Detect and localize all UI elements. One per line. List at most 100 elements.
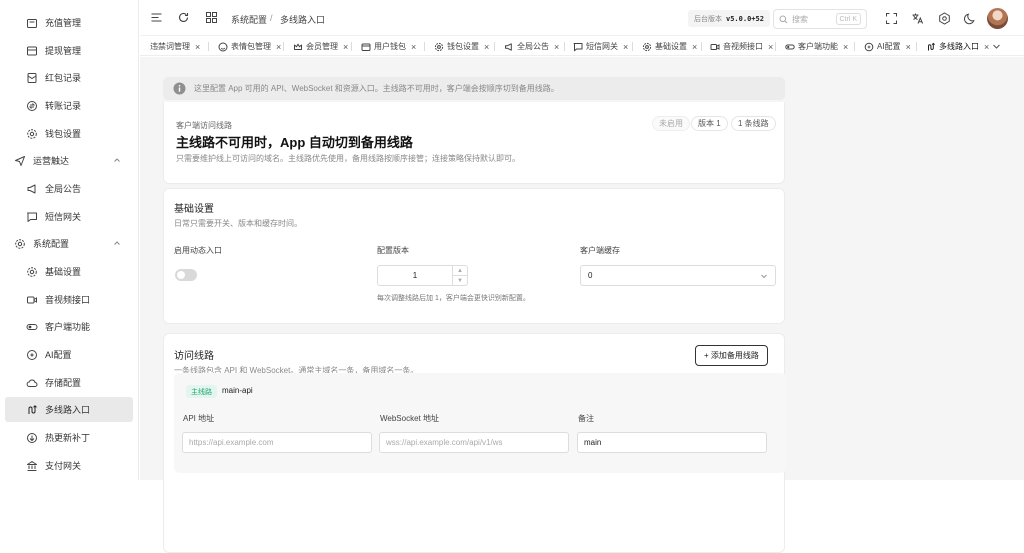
tab-close-icon[interactable]: × — [484, 42, 489, 52]
cloud-icon — [25, 376, 39, 390]
tab-members[interactable]: 会员管理 × — [293, 39, 348, 54]
sidebar-item-recharge[interactable]: 充值管理 — [5, 10, 133, 35]
sidebar-item-wallet-settings[interactable]: 钱包设置 — [5, 121, 133, 146]
ai-icon — [864, 42, 874, 52]
api-address-input[interactable]: https://api.example.com — [182, 432, 372, 453]
stepper-up-icon[interactable]: ▲ — [453, 266, 467, 275]
tab-close-icon[interactable]: × — [276, 42, 281, 52]
fullscreen-icon[interactable] — [885, 12, 899, 26]
sidebar-item-withdraw[interactable]: 提现管理 — [5, 38, 133, 63]
tab-label: 会员管理 — [306, 42, 338, 51]
tab-banned-words[interactable]: 违禁词管理 × — [150, 39, 200, 54]
sidebar-group-label: 系统配置 — [33, 239, 70, 249]
withdraw-icon — [25, 44, 39, 58]
sidebar-item-av-interface[interactable]: 音视频接口 — [5, 287, 133, 312]
tab-ai-config[interactable]: AI配置 × — [864, 39, 911, 54]
tab-label: 表情包管理 — [231, 42, 271, 51]
transfer-icon — [25, 99, 39, 113]
tab-divider — [208, 42, 209, 51]
message-icon — [25, 210, 39, 224]
translate-icon[interactable] — [911, 12, 925, 26]
tab-close-icon[interactable]: × — [195, 42, 200, 52]
info-icon — [173, 82, 186, 95]
tab-multi-route[interactable]: 多线路入口 × — [926, 39, 989, 54]
search-input[interactable]: 搜索 Ctrl K — [773, 9, 867, 29]
route-count-pill: 1 条线路 — [731, 116, 776, 131]
sidebar: 充值管理 提现管理 红包记录 转账记录 钱包设置 运营触达 全局公告 短信网关 … — [0, 0, 139, 480]
tab-label: 音视频接口 — [723, 42, 763, 51]
sidebar-item-payment-gateway[interactable]: 支付网关 — [5, 453, 133, 478]
megaphone-icon — [25, 182, 39, 196]
dark-mode-icon[interactable] — [964, 12, 978, 26]
sidebar-item-storage-config[interactable]: 存储配置 — [5, 370, 133, 395]
stepper-controls: ▲ ▼ — [452, 266, 467, 285]
sidebar-item-client-features[interactable]: 客户端功能 — [5, 314, 133, 339]
sidebar-group-operations[interactable]: 运营触达 — [5, 148, 133, 173]
tab-label: 违禁词管理 — [150, 42, 190, 51]
sidebar-item-label: 提现管理 — [45, 46, 82, 56]
tab-user-wallet[interactable]: 用户钱包 × — [361, 39, 416, 54]
tab-close-icon[interactable]: × — [411, 42, 416, 52]
route-summary-card: 客户端访问线路 主线路不可用时，App 自动切到备用线路 只需要维护线上可访问的… — [163, 102, 785, 184]
sidebar-item-basic-settings[interactable]: 基础设置 — [5, 259, 133, 284]
tab-emoji[interactable]: 表情包管理 × — [218, 39, 281, 54]
tab-label: 客户端功能 — [798, 42, 838, 51]
sidebar-item-label: 音视频接口 — [45, 295, 91, 305]
gear-icon — [642, 42, 652, 52]
tab-close-icon[interactable]: × — [692, 42, 697, 52]
sidebar-item-ai-config[interactable]: AI配置 — [5, 342, 133, 367]
tab-close-icon[interactable]: × — [768, 42, 773, 52]
add-backup-route-button[interactable]: + 添加备用线路 — [695, 345, 768, 366]
stepper-down-icon[interactable]: ▼ — [453, 275, 467, 285]
websocket-address-input[interactable]: wss://api.example.com/api/v1/ws — [379, 432, 569, 453]
tab-close-icon[interactable]: × — [343, 42, 348, 52]
tab-sms-gateway[interactable]: 短信网关 × — [573, 39, 628, 54]
sidebar-item-transfer[interactable]: 转账记录 — [5, 93, 133, 118]
menu-toggle-icon[interactable] — [150, 11, 164, 25]
sidebar-group-system[interactable]: 系统配置 — [5, 231, 133, 256]
chevron-up-icon — [113, 239, 121, 247]
page-title: 主线路不可用时，App 自动切到备用线路 — [176, 135, 413, 150]
gear-icon — [25, 265, 39, 279]
tab-close-icon[interactable]: × — [623, 42, 628, 52]
config-version-stepper[interactable]: 1 ▲ ▼ — [377, 265, 468, 286]
tab-basic-settings[interactable]: 基础设置 × — [642, 39, 697, 54]
enable-dynamic-entry-toggle[interactable] — [175, 269, 197, 281]
sidebar-item-multi-route[interactable]: 多线路入口 — [5, 397, 133, 422]
basic-settings-card: 基础设置 日常只需要开关、版本和缓存时间。 启用动态入口 配置版本 1 ▲ ▼ … — [163, 188, 785, 324]
tab-divider — [632, 42, 633, 51]
user-avatar[interactable] — [987, 8, 1008, 29]
tab-close-icon[interactable]: × — [554, 42, 559, 52]
refresh-icon[interactable] — [177, 11, 191, 25]
primary-route-tag: 主线路 — [186, 385, 217, 398]
tab-label: AI配置 — [877, 42, 901, 51]
section-title: 基础设置 — [174, 204, 214, 215]
tab-av-interface[interactable]: 音视频接口 × — [710, 39, 773, 54]
chevron-up-icon — [113, 156, 121, 164]
sidebar-item-sms-gateway[interactable]: 短信网关 — [5, 204, 133, 229]
gear-icon — [434, 42, 444, 52]
sidebar-item-label: 短信网关 — [45, 212, 82, 222]
tab-close-icon[interactable]: × — [843, 42, 848, 52]
toggle-icon — [25, 320, 39, 334]
grid-icon[interactable] — [205, 11, 219, 25]
breadcrumb-separator: / — [270, 13, 273, 23]
tab-overflow-chevron-icon[interactable] — [992, 42, 1001, 51]
tab-label: 钱包设置 — [447, 42, 479, 51]
sidebar-item-red-packet[interactable]: 红包记录 — [5, 65, 133, 90]
sidebar-item-hotfix-patch[interactable]: 热更新补丁 — [5, 425, 133, 450]
breadcrumb-parent[interactable]: 系统配置 — [231, 13, 267, 26]
sidebar-item-announcement[interactable]: 全局公告 — [5, 176, 133, 201]
client-cache-select[interactable]: 0 — [580, 265, 776, 286]
settings-icon[interactable] — [938, 12, 952, 26]
tab-announcement[interactable]: 全局公告 × — [504, 39, 559, 54]
tab-wallet-settings[interactable]: 钱包设置 × — [434, 39, 489, 54]
emoji-icon — [218, 42, 228, 52]
tab-close-icon[interactable]: × — [984, 42, 989, 52]
note-input[interactable]: main — [577, 432, 767, 453]
tab-label: 短信网关 — [586, 42, 618, 51]
sidebar-item-label: 客户端功能 — [45, 322, 91, 332]
route-icon — [926, 42, 936, 52]
tab-close-icon[interactable]: × — [906, 42, 911, 52]
tab-client-features[interactable]: 客户端功能 × — [785, 39, 848, 54]
